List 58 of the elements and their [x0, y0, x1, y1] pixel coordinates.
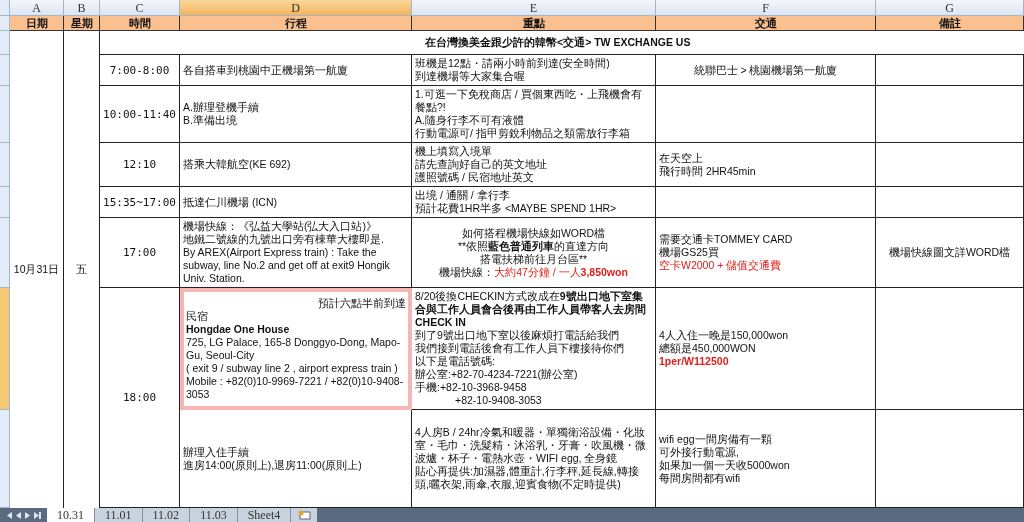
new-sheet-icon[interactable] [297, 510, 312, 520]
sheet-tab[interactable]: 11.02 [142, 508, 191, 522]
table-cell: 機上填寫入境單 請先查詢好自己的英文地址 護照號碼 / 民宿地址英文 [412, 143, 656, 187]
column-title: 重點 [412, 16, 656, 31]
table-cell: 4人入住一晚是150,000won 總額是450,000WON 1per/W112500 [656, 288, 876, 410]
column-header[interactable]: A [10, 0, 64, 16]
table-cell: 7:00-8:00 [100, 55, 180, 86]
column-title: 行程 [180, 16, 412, 31]
column-title: 日期 [10, 16, 64, 31]
column-header[interactable]: G [876, 0, 1024, 16]
weekday-cell: 五 [76, 262, 87, 277]
table-cell: A.辦理登機手續 B.準備出境 [180, 86, 412, 143]
row-header[interactable] [0, 218, 10, 288]
column-header[interactable]: D [180, 0, 412, 16]
table-cell: 各自搭車到桃園中正機場第一航廈 [180, 55, 412, 86]
table-cell: 8/20後換CHECKIN方式改成在9號出口地下室集合與工作人員會合後再由工作人員帶客人去房間CHECK IN 到了9號出口地下室以後麻煩打電話給我們 我們接到電話後會有工作人員下樓接待你們 以下是電話號碼: 辦公室:+82-70-4234-7221(辦公室) 手機:+82-10-3968-9458 +82-10-9408-3053 [412, 288, 656, 410]
column-title: 星期 [64, 16, 100, 31]
table-cell: 需要交通卡TOMMEY CARD 機場GS25買 空卡W2000 + 儲值交通費 [656, 218, 876, 288]
next-sheet-icon[interactable] [25, 511, 30, 519]
column-header[interactable]: C [100, 0, 180, 16]
column-title: 備註 [876, 16, 1024, 31]
table-cell: 機場快線：《弘益大學站(弘大入口站)》 地鐵二號線的九號出口旁有棟華大樓即是. By AREX(Airport Express train) : Take the subway, line No.2 and get off at exit9 Hongik Univ. Station. [180, 218, 412, 288]
column-header[interactable]: E [412, 0, 656, 16]
table-cell: 抵達仁川機場 (ICN) [180, 187, 412, 218]
row-header[interactable] [0, 55, 10, 86]
column-header[interactable]: F [656, 0, 876, 16]
table-cell: 預計六點半前到達 民宿 Hongdae One House 725, LG Palace, 165-8 Donggyo-Dong, Mapo-Gu, Seoul-City ( exit 9 / subway line 2 , airport express train ) Mobile : +82(0)10-9969-7221 / +82(0)10-9408-3053 [180, 288, 412, 410]
select-all-corner[interactable] [0, 0, 10, 16]
row-header[interactable] [0, 187, 10, 218]
sheet-tab[interactable]: 10.31 [47, 508, 95, 522]
table-cell: 出境 / 通關 / 拿行李 預計花費1HR半多 <MAYBE SPEND 1HR> [412, 187, 656, 218]
row-header[interactable] [0, 143, 10, 187]
row-header[interactable] [0, 86, 10, 143]
column-title: 交通 [656, 16, 876, 31]
table-cell: 12:10 [100, 143, 180, 187]
table-cell: 如何搭程機場快線如WORD檔 **依照藍色普通列車的直達方向 搭電扶梯前往月台區** 機場快線：大約47分鐘 / 一人3,850won [412, 218, 656, 288]
table-cell: 班機是12點・請兩小時前到達(安全時間) 到達機場等大家集合喔 [412, 55, 656, 86]
last-sheet-icon[interactable] [34, 511, 41, 519]
table-cell: 1.可逛一下免稅商店 / 買個東西吃・上飛機會有餐點?! A.隨身行李不可有液體 行動電源可/ 指甲剪銳利物品之類需放行李箱 [412, 86, 656, 143]
table-cell: 15:35~17:00 [100, 187, 180, 218]
row-header[interactable] [0, 288, 10, 410]
banner-title: 在台灣換美金跟少許的韓幣<交通> TW EXCHANGE US [100, 31, 1024, 55]
sheet-tab[interactable]: Sheet4 [237, 508, 292, 522]
table-cell: 搭乘大韓航空(KE 692) [180, 143, 412, 187]
column-header[interactable]: B [64, 0, 100, 16]
table-cell: 17:00 [100, 218, 180, 288]
row-header[interactable] [0, 31, 10, 55]
table-cell: 機場快線圖文詳WORD檔 [876, 218, 1024, 288]
date-cell: 10月31日 [13, 262, 60, 277]
sheet-tab[interactable]: 11.03 [190, 508, 238, 522]
table-cell: 10:00-11:40 [100, 86, 180, 143]
table-cell: 在天空上 飛行時間 2HR45min [656, 143, 876, 187]
previous-sheet-icon[interactable] [16, 511, 21, 519]
first-sheet-icon[interactable] [6, 511, 12, 519]
column-title: 時間 [100, 16, 180, 31]
sheet-tab[interactable]: 11.01 [95, 508, 143, 522]
row-header[interactable] [0, 16, 10, 31]
table-cell: 統聯巴士 > 桃園機場第一航廈 [656, 55, 876, 86]
